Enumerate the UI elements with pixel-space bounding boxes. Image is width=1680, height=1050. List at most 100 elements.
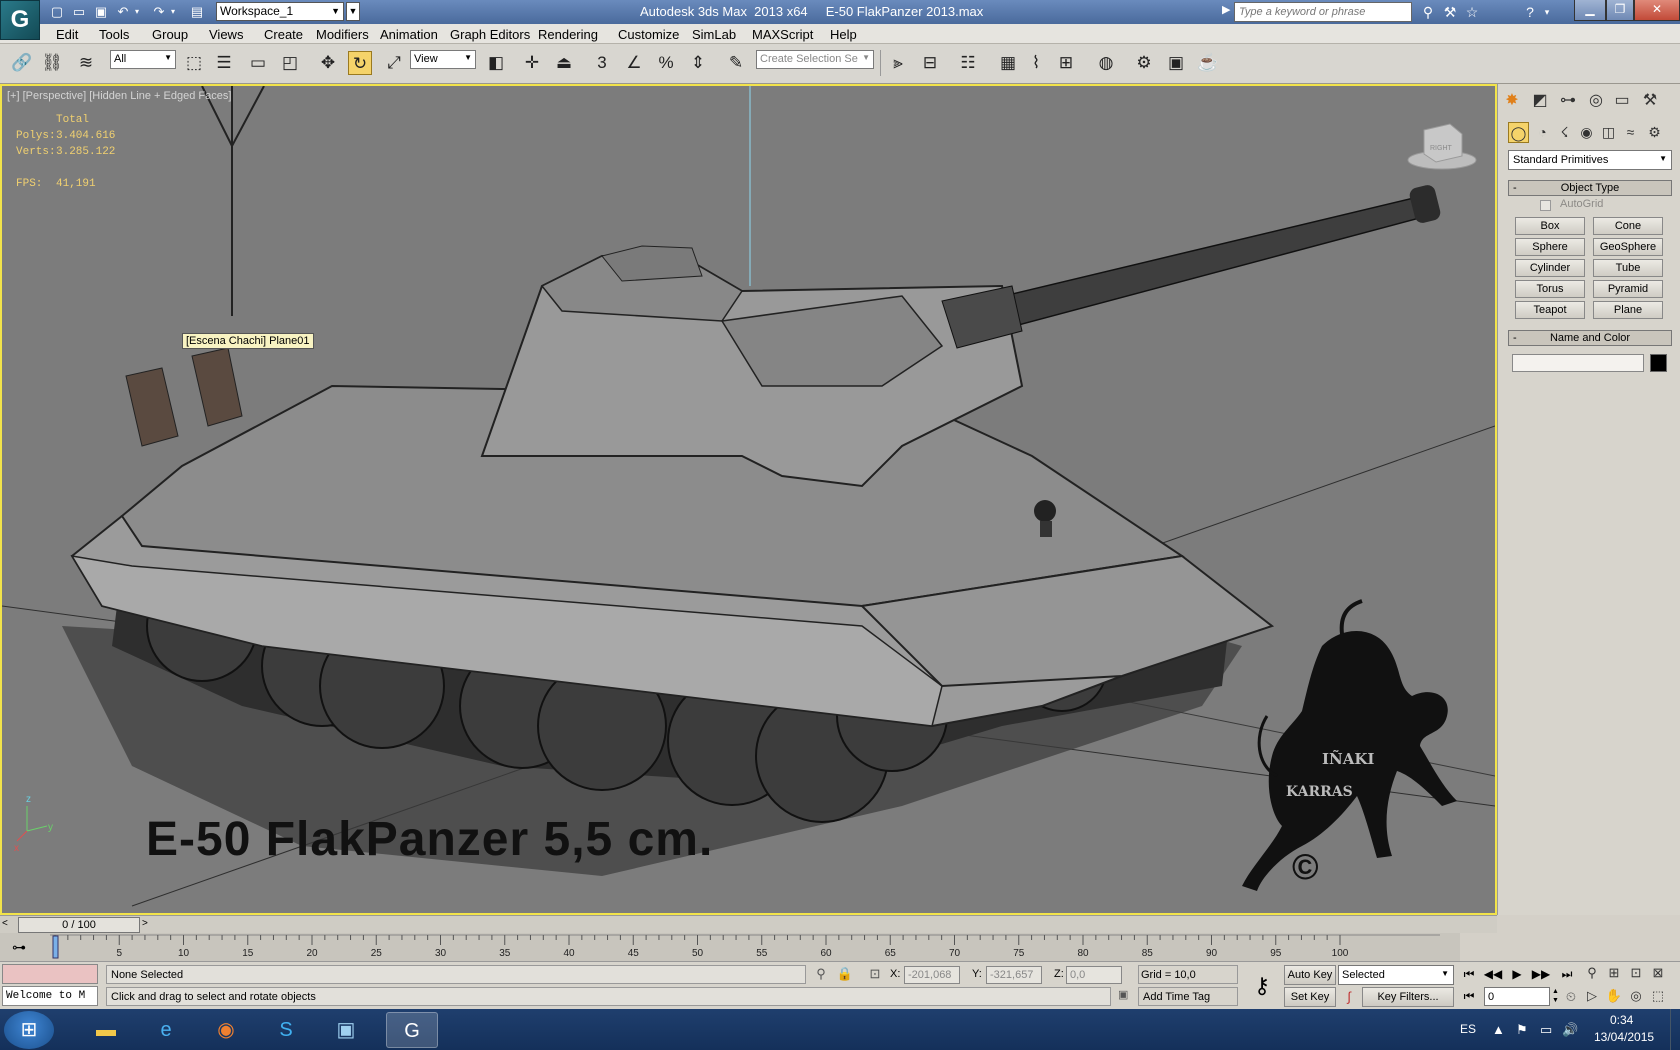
infocenter-search-input[interactable]: Type a keyword or phrase: [1234, 2, 1412, 22]
undo-dropdown-icon[interactable]: ▾: [132, 3, 142, 21]
quick-access-dropdown[interactable]: ▼: [346, 2, 360, 21]
align-icon[interactable]: ⊟: [918, 51, 942, 75]
go-to-end-icon[interactable]: ⏭: [1556, 965, 1578, 983]
help-icon[interactable]: ?: [1520, 3, 1540, 21]
percent-snap-icon[interactable]: %: [654, 51, 678, 75]
schematic-view-icon[interactable]: ⊞: [1054, 51, 1078, 75]
action-center-flag-icon[interactable]: ⚑: [1516, 1022, 1528, 1038]
set-key-button[interactable]: Set Key: [1284, 987, 1336, 1007]
spinner-snap-icon[interactable]: ⇕: [686, 51, 710, 75]
input-language[interactable]: ES: [1460, 1022, 1476, 1036]
angle-snap-icon[interactable]: ∠: [622, 51, 646, 75]
perspective-viewport[interactable]: z x y [+] [Perspective] [Hidden Line + E…: [0, 84, 1497, 915]
menu-edit[interactable]: Edit: [56, 27, 78, 42]
menu-group[interactable]: Group: [152, 27, 188, 42]
time-tag-icon[interactable]: ▣: [1118, 988, 1134, 1004]
go-to-start-icon[interactable]: ⏮: [1458, 965, 1480, 983]
tray-expand-icon[interactable]: ▲: [1492, 1022, 1505, 1037]
zoom-icon[interactable]: ⚲: [1582, 963, 1602, 983]
autogrid-checkbox[interactable]: [1540, 200, 1551, 211]
object-type-rollout[interactable]: - Object Type: [1508, 180, 1672, 196]
absolute-transform-icon[interactable]: ⊡: [866, 965, 884, 983]
start-button[interactable]: ⊞: [4, 1011, 54, 1049]
y-coordinate-input[interactable]: -321,657: [986, 966, 1042, 984]
shapes-category-icon[interactable]: ◔: [1532, 122, 1553, 143]
image-viewer-taskbar-icon[interactable]: ▣: [320, 1012, 372, 1048]
cameras-category-icon[interactable]: ◉: [1576, 122, 1597, 143]
select-object-icon[interactable]: ⬚: [182, 51, 206, 75]
space-warps-category-icon[interactable]: ≈: [1620, 122, 1641, 143]
cone-button[interactable]: Cone: [1593, 217, 1663, 235]
select-and-scale-icon[interactable]: ⤢: [382, 51, 406, 75]
menu-create[interactable]: Create: [264, 27, 303, 42]
graphite-modeling-tools-icon[interactable]: ▦: [996, 51, 1020, 75]
time-slider-thumb[interactable]: 0 / 100: [18, 917, 140, 933]
save-file-icon[interactable]: ▣: [92, 3, 110, 21]
add-time-tag-button[interactable]: Add Time Tag: [1138, 987, 1238, 1006]
maxscript-mini-listener-input[interactable]: Welcome to M: [2, 986, 98, 1006]
motion-tab-icon[interactable]: ◎: [1584, 89, 1608, 113]
next-frame-icon[interactable]: ▶▶: [1530, 965, 1552, 983]
hierarchy-tab-icon[interactable]: ⊶: [1556, 89, 1580, 113]
render-production-icon[interactable]: ☕: [1196, 51, 1220, 75]
rendered-frame-window-icon[interactable]: ▣: [1164, 51, 1188, 75]
pivot-center-icon[interactable]: ◧: [484, 51, 508, 75]
pan-view-icon[interactable]: ✋: [1604, 986, 1624, 1006]
select-and-manipulate-icon[interactable]: ✛: [520, 51, 544, 75]
create-tab-icon[interactable]: ✸: [1500, 89, 1524, 113]
select-and-rotate-icon[interactable]: ↻: [348, 51, 372, 75]
zoom-extents-icon[interactable]: ⊡: [1626, 963, 1646, 983]
object-color-swatch[interactable]: [1650, 354, 1667, 372]
maximize-viewport-icon[interactable]: ⬚: [1648, 986, 1668, 1006]
named-selection-sets-input[interactable]: Create Selection Se ▼: [756, 50, 874, 69]
mini-curve-editor-icon[interactable]: ⊶: [12, 939, 26, 956]
network-icon[interactable]: ▭: [1540, 1022, 1552, 1038]
application-menu-button[interactable]: G: [0, 0, 40, 40]
teapot-button[interactable]: Teapot: [1515, 301, 1585, 319]
help-dropdown-icon[interactable]: ▾: [1542, 3, 1552, 21]
torus-button[interactable]: Torus: [1515, 280, 1585, 298]
frame-spinner[interactable]: ▲ ▼: [1551, 987, 1560, 1006]
volume-icon[interactable]: 🔊: [1562, 1022, 1578, 1038]
geometry-category-icon[interactable]: ◯: [1508, 122, 1529, 143]
redo-icon[interactable]: ↷: [150, 3, 168, 21]
mirror-icon[interactable]: ⫸: [886, 51, 910, 75]
name-and-color-rollout[interactable]: - Name and Color: [1508, 330, 1672, 346]
render-setup-icon[interactable]: ⚙: [1132, 51, 1156, 75]
previous-frame-icon[interactable]: ◀◀: [1482, 965, 1504, 983]
select-and-link-icon[interactable]: 🔗: [10, 51, 34, 75]
zoom-all-icon[interactable]: ⊞: [1604, 963, 1624, 983]
minimize-button[interactable]: ▁: [1574, 0, 1606, 21]
key-mode-toggle-icon[interactable]: ⏮: [1458, 987, 1480, 1005]
favorites-star-icon[interactable]: ☆: [1462, 3, 1482, 21]
redo-dropdown-icon[interactable]: ▾: [168, 3, 178, 21]
viewcube[interactable]: RIGHT: [1406, 116, 1478, 172]
menu-graph-editors[interactable]: Graph Editors: [450, 27, 530, 42]
layer-manager-icon[interactable]: ☷: [956, 51, 980, 75]
unlink-selection-icon[interactable]: ⛓: [40, 51, 64, 75]
close-button[interactable]: ✕: [1634, 0, 1680, 21]
viewcube-face-label[interactable]: RIGHT: [1430, 145, 1453, 152]
selection-filter-select[interactable]: All ▼: [110, 50, 176, 69]
systems-category-icon[interactable]: ⚙: [1644, 122, 1665, 143]
object-name-input[interactable]: [1512, 354, 1644, 372]
bind-to-space-warp-icon[interactable]: ≋: [74, 51, 98, 75]
box-button[interactable]: Box: [1515, 217, 1585, 235]
object-category-select[interactable]: Standard Primitives ▼: [1508, 150, 1672, 170]
sphere-button[interactable]: Sphere: [1515, 238, 1585, 256]
prev-frame-arrow-icon[interactable]: <: [2, 918, 8, 929]
search-expand-icon[interactable]: ▶: [1222, 3, 1230, 16]
menu-help[interactable]: Help: [830, 27, 857, 42]
pyramid-button[interactable]: Pyramid: [1593, 280, 1663, 298]
restore-button[interactable]: ❐: [1606, 0, 1634, 21]
key-mode-select[interactable]: Selected ▼: [1338, 965, 1454, 985]
z-coordinate-input[interactable]: 0,0: [1066, 966, 1122, 984]
keyboard-shortcut-override-icon[interactable]: ⏏: [552, 51, 576, 75]
viewport-label-menu[interactable]: [+] [Perspective] [Hidden Line + Edged F…: [7, 90, 231, 102]
menu-customize[interactable]: Customize: [618, 27, 679, 42]
viewcube-box[interactable]: [1423, 123, 1463, 163]
current-frame-input[interactable]: 0: [1484, 987, 1550, 1006]
menu-modifiers[interactable]: Modifiers: [316, 27, 369, 42]
menu-animation[interactable]: Animation: [380, 27, 438, 42]
default-in-out-tangent-icon[interactable]: ∫: [1340, 988, 1358, 1006]
